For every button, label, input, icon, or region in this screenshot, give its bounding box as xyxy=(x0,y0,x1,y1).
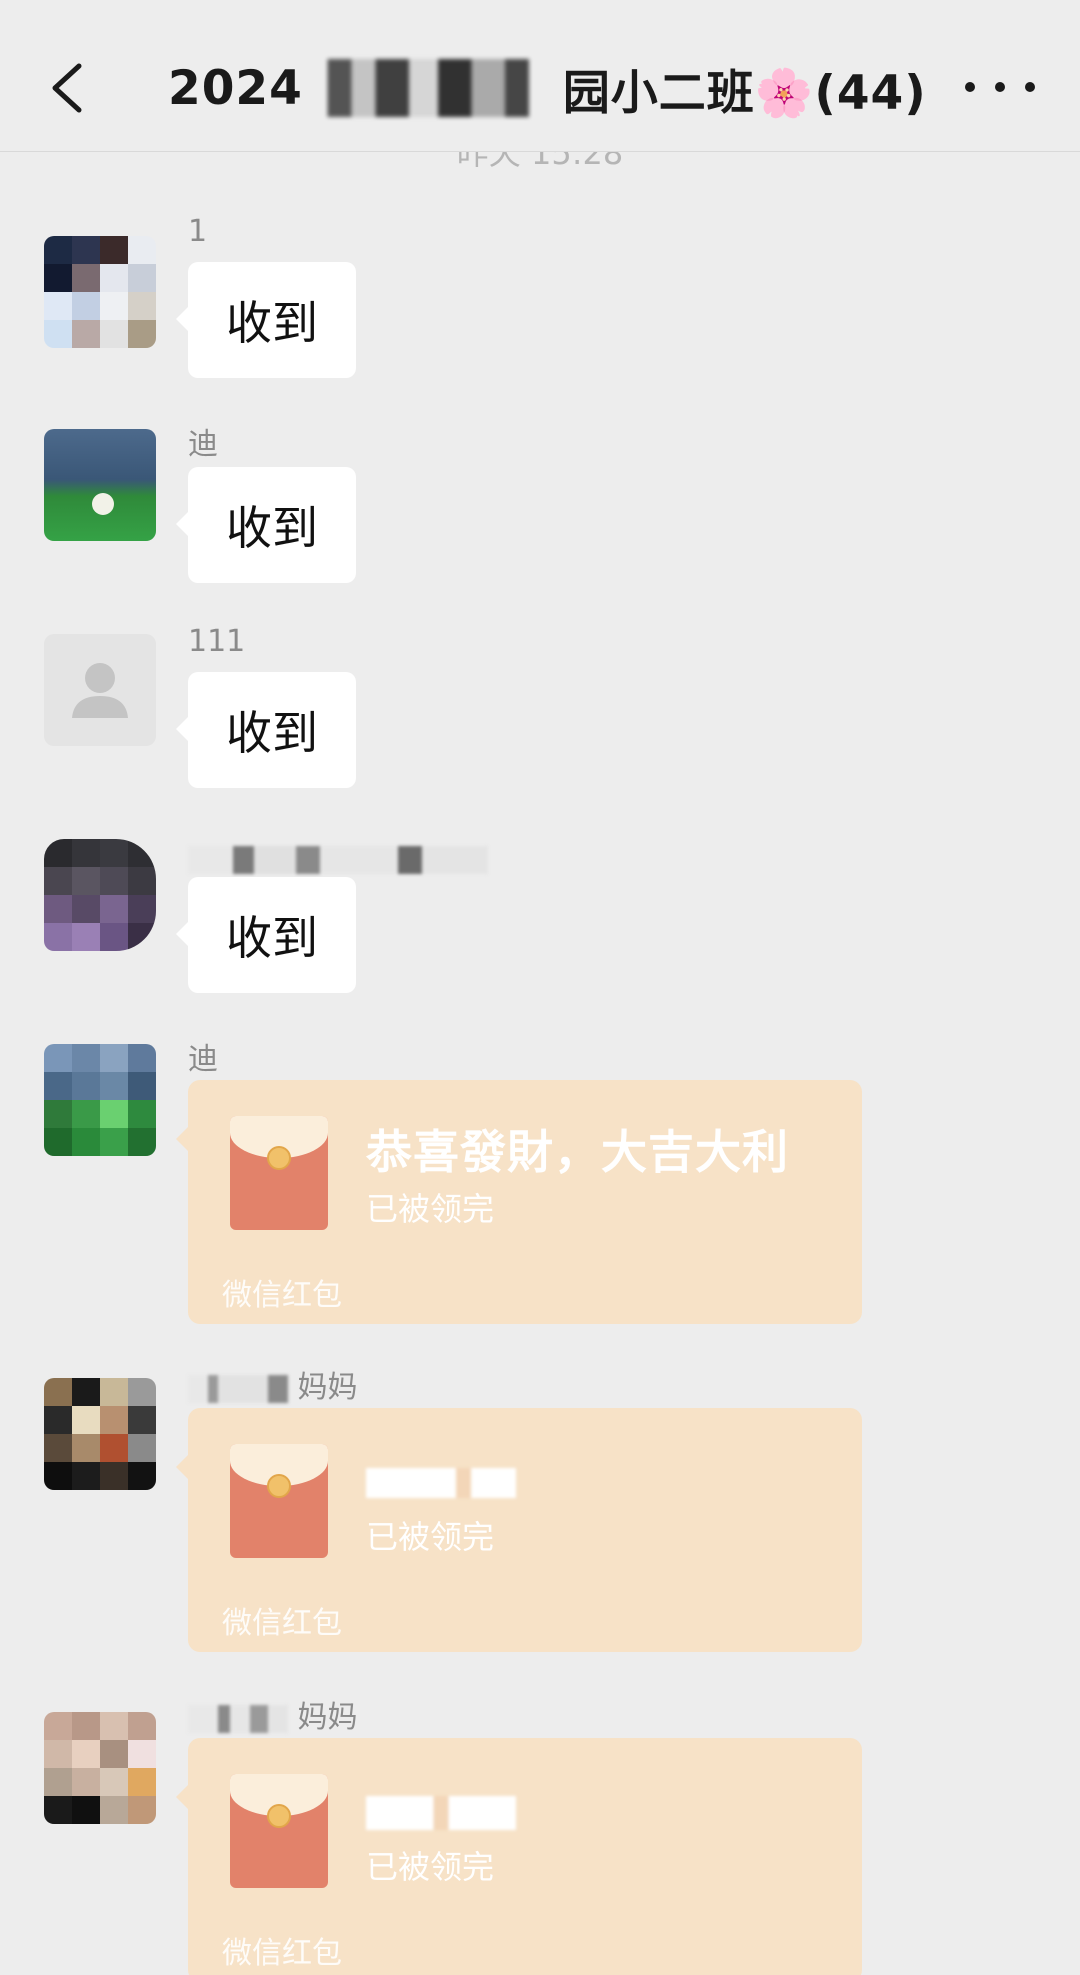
sender-name: 111 xyxy=(188,624,246,659)
avatar[interactable] xyxy=(44,634,156,746)
red-packet-footer: 微信红包 xyxy=(222,1936,342,1971)
message-bubble[interactable]: 收到 xyxy=(176,467,356,583)
chat-title-prefix: 2024 xyxy=(168,60,303,116)
chevron-left-icon xyxy=(52,63,82,113)
red-packet[interactable]: 恭喜發財，大吉大利 已被领完 微信红包 xyxy=(176,1080,862,1324)
more-dots-icon xyxy=(965,82,975,92)
red-envelope-icon xyxy=(230,1444,328,1558)
red-packet-status: 已被领完 xyxy=(366,1190,495,1228)
avatar[interactable] xyxy=(44,236,156,348)
red-envelope-icon xyxy=(230,1116,328,1230)
red-packet-title: 恭喜發財，大吉大利 xyxy=(366,1125,789,1179)
blurred-name xyxy=(188,1374,288,1403)
red-packet[interactable]: 已被领完 微信红包 xyxy=(176,1408,862,1652)
avatar[interactable] xyxy=(44,429,156,541)
blurred-name xyxy=(188,845,488,874)
back-button[interactable] xyxy=(40,56,92,120)
message-bubble[interactable]: 收到 xyxy=(176,262,356,378)
red-packet-title-blurred xyxy=(366,1782,516,1836)
sender-name-blurred xyxy=(188,841,488,876)
avatar[interactable] xyxy=(44,1712,156,1824)
sender-name-row: 妈妈 xyxy=(188,1362,358,1406)
red-packet-footer: 微信红包 xyxy=(222,1606,342,1641)
envelope-seal xyxy=(267,1146,291,1170)
chat-title: 2024 园小二班🌸(44) xyxy=(168,56,928,121)
more-dot xyxy=(1025,82,1035,92)
more-dot xyxy=(995,82,1005,92)
chat-header: 2024 园小二班🌸(44) xyxy=(0,0,1080,152)
message-bubble[interactable]: 收到 xyxy=(176,877,356,993)
avatar[interactable] xyxy=(44,839,156,951)
red-packet-status: 已被领完 xyxy=(366,1848,495,1886)
avatar[interactable] xyxy=(44,1378,156,1490)
envelope-seal xyxy=(267,1474,291,1498)
sender-name-row: 妈妈 xyxy=(188,1692,358,1736)
default-user-icon xyxy=(72,663,128,718)
red-packet-status: 已被领完 xyxy=(366,1518,495,1556)
red-envelope-icon xyxy=(230,1774,328,1888)
red-packet[interactable]: 已被领完 微信红包 xyxy=(176,1738,862,1975)
chat-title-suffix: 园小二班🌸(44) xyxy=(562,65,927,121)
message-bubble[interactable]: 收到 xyxy=(176,672,356,788)
avatar[interactable] xyxy=(44,1044,156,1156)
sender-name: 妈妈 xyxy=(297,1370,358,1405)
envelope-seal xyxy=(267,1804,291,1828)
sender-name: 迪 xyxy=(188,1042,218,1077)
blurred-name xyxy=(188,1704,288,1733)
blurred-title-segment xyxy=(312,59,553,117)
sender-name: 1 xyxy=(188,214,208,249)
blurred-title xyxy=(366,1795,516,1830)
sender-name: 迪 xyxy=(188,427,218,462)
avatar-ball xyxy=(92,493,114,515)
sender-name: 妈妈 xyxy=(297,1700,358,1735)
red-packet-footer: 微信红包 xyxy=(222,1278,342,1313)
more-button[interactable] xyxy=(965,62,1035,112)
red-packet-title-blurred xyxy=(366,1452,516,1506)
blurred-title xyxy=(366,1467,516,1498)
